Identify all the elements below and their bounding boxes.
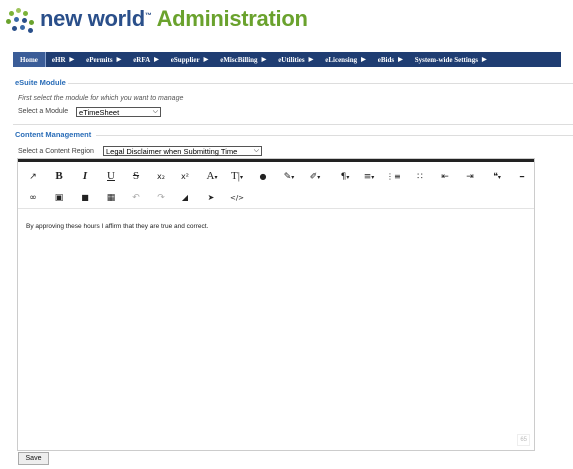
- editor-content[interactable]: By approving these hours I affirm that t…: [26, 223, 208, 230]
- nav-item-elicensing[interactable]: eLicensing ▶: [319, 52, 372, 67]
- code-view-icon[interactable]: </>: [228, 192, 246, 204]
- caret-icon: ▾: [291, 174, 295, 181]
- nav-item-system-wide-settings[interactable]: System-wide Settings ▶: [409, 52, 493, 67]
- link-icon[interactable]: ∞: [26, 192, 40, 204]
- nav-item-esupplier[interactable]: eSupplier ▶: [165, 52, 214, 67]
- chevron-right-icon: ▶: [154, 57, 159, 63]
- unordered-list-icon[interactable]: ∷: [413, 171, 427, 183]
- nav-item-emiscbilling[interactable]: eMiscBilling ▶: [214, 52, 272, 67]
- rich-text-editor: ↗ B I U S x₂ x² A▾ T|▾ ● ✎▾ ✐▾ ¶▾ ≡▾ ⋮≡ …: [17, 158, 535, 451]
- content-section-title: Content Management: [15, 130, 92, 139]
- chevron-down-icon: ⌵: [253, 147, 259, 154]
- ordered-list-icon[interactable]: ⋮≡: [386, 171, 401, 183]
- font-size-button[interactable]: A▾: [202, 170, 222, 182]
- italic-button[interactable]: I: [78, 170, 92, 182]
- text-color-button[interactable]: ✎▾: [280, 171, 298, 183]
- nav-item-epermits[interactable]: ePermits ▶: [80, 52, 127, 67]
- indent-icon[interactable]: ⇥: [463, 171, 477, 183]
- content-region-select[interactable]: Legal Disclaimer when Submitting Time ⌵: [103, 146, 262, 156]
- subscript-button[interactable]: x₂: [154, 171, 168, 183]
- module-select[interactable]: eTimeSheet ⌵: [76, 107, 161, 117]
- align-button[interactable]: ≡▾: [360, 171, 378, 183]
- chevron-right-icon: ▶: [361, 57, 366, 63]
- line-height-button[interactable]: T|▾: [226, 170, 248, 182]
- main-nav: Home eHR ▶ ePermits ▶ eRFA ▶ eSupplier ▶ eMi…: [13, 52, 561, 67]
- color-drop-icon[interactable]: ●: [256, 171, 270, 183]
- highlight-button[interactable]: ✐▾: [306, 171, 324, 183]
- app-header: new world™ Administration: [0, 0, 573, 46]
- caret-icon: ▾: [497, 174, 501, 181]
- caret-icon: ▾: [214, 175, 218, 181]
- quote-button[interactable]: ❝▾: [488, 171, 506, 183]
- editor-top-border: [18, 159, 534, 162]
- nav-item-eutilities[interactable]: eUtilities ▶: [272, 52, 319, 67]
- chevron-right-icon: ▶: [308, 57, 314, 63]
- caret-icon: ▾: [317, 174, 321, 181]
- caret-icon: ▾: [346, 174, 350, 181]
- select-all-icon[interactable]: ➤: [204, 192, 218, 204]
- chevron-down-icon: ⌵: [152, 108, 158, 115]
- outdent-icon[interactable]: ⇤: [438, 171, 452, 183]
- page-title: Administration: [156, 6, 308, 31]
- undo-icon[interactable]: ↶: [129, 192, 143, 204]
- paragraph-format-button[interactable]: ¶▾: [336, 171, 354, 183]
- module-section-title: eSuite Module: [15, 78, 66, 87]
- region-select-value: Legal Disclaimer when Submitting Time: [106, 146, 238, 156]
- section-divider: [68, 83, 573, 84]
- nav-item-home[interactable]: Home: [13, 52, 46, 67]
- bold-button[interactable]: B: [52, 170, 66, 182]
- save-button[interactable]: Save: [18, 452, 49, 465]
- section-divider: [96, 135, 573, 136]
- strikethrough-button[interactable]: S: [129, 170, 143, 182]
- character-counter: 65: [517, 434, 530, 446]
- image-icon[interactable]: ▣: [52, 192, 66, 204]
- trademark: ™: [144, 12, 152, 20]
- chevron-right-icon: ▶: [203, 57, 209, 63]
- caret-icon: ▾: [239, 175, 243, 181]
- chevron-right-icon: ▶: [481, 57, 487, 63]
- eraser-icon[interactable]: ◢: [178, 192, 192, 204]
- chevron-right-icon: ▶: [398, 57, 403, 63]
- chevron-right-icon: ▶: [69, 57, 75, 63]
- nav-item-erfa[interactable]: eRFA ▶: [127, 52, 165, 67]
- horizontal-rule-icon[interactable]: ━: [515, 171, 529, 183]
- module-select-label: Select a Module: [18, 108, 69, 115]
- underline-button[interactable]: U: [104, 170, 118, 182]
- nav-item-ehr[interactable]: eHR ▶: [46, 52, 80, 67]
- fullscreen-icon[interactable]: ↗: [26, 171, 40, 183]
- module-select-value: eTimeSheet: [79, 107, 120, 117]
- toolbar-divider: [18, 208, 534, 209]
- chevron-right-icon: ▶: [116, 57, 122, 63]
- video-icon[interactable]: ■: [78, 192, 92, 204]
- redo-icon[interactable]: ↷: [154, 192, 168, 204]
- superscript-button[interactable]: x²: [178, 171, 192, 183]
- module-hint: First select the module for which you wa…: [18, 95, 184, 102]
- table-icon[interactable]: ▦: [104, 192, 118, 204]
- logo-icon: [6, 8, 36, 38]
- region-select-label: Select a Content Region: [18, 148, 94, 155]
- chevron-right-icon: ▶: [261, 57, 267, 63]
- caret-icon: ▾: [371, 174, 375, 181]
- brand-logo-text: new world™ Administration: [40, 6, 308, 32]
- section-divider: [13, 124, 573, 125]
- brand-name: new world: [40, 6, 145, 31]
- nav-item-ebids[interactable]: eBids ▶: [372, 52, 409, 67]
